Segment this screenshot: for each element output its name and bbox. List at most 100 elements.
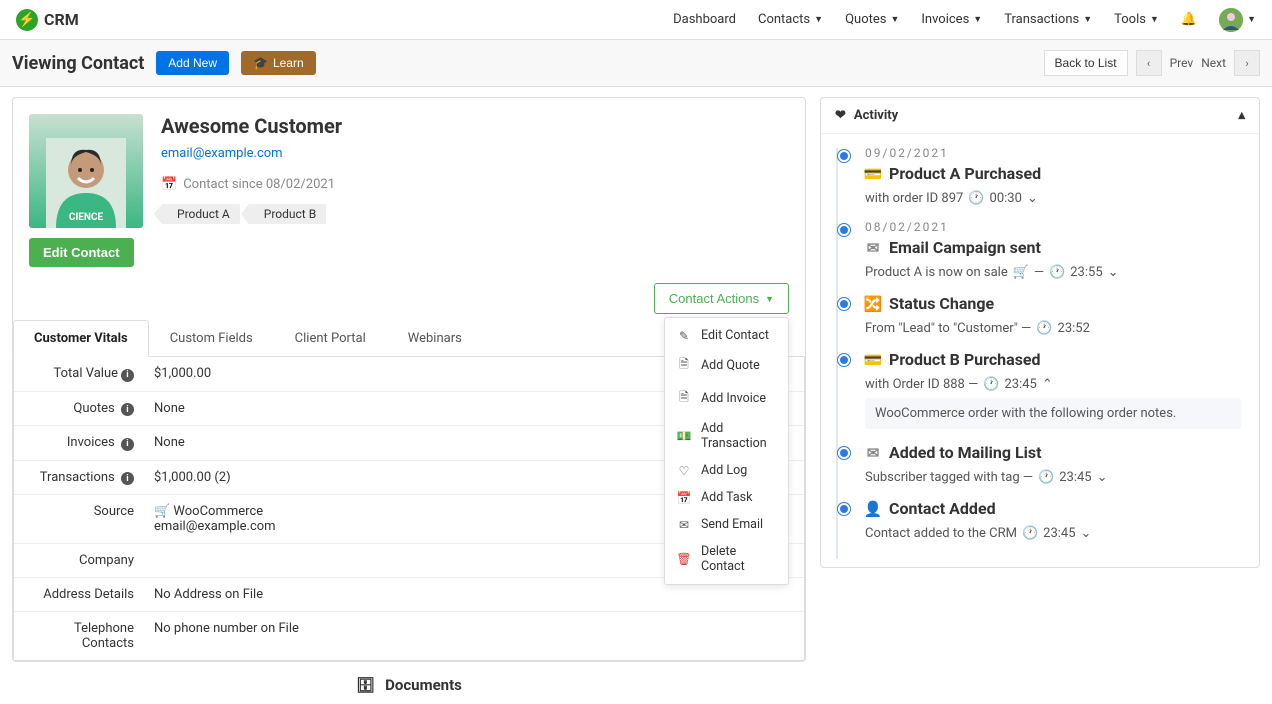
calendar-icon: 📅 — [677, 491, 691, 505]
activity-title: ❤ Activity — [835, 108, 898, 123]
next-button[interactable]: Next — [1201, 56, 1226, 70]
nav-invoices-label: Invoices — [921, 12, 969, 27]
timeline-title: ✉Email Campaign sent — [865, 238, 1241, 257]
caret-down-icon: ▼ — [1150, 14, 1159, 25]
learn-button[interactable]: 🎓Learn — [241, 51, 316, 75]
tab-webinars[interactable]: Webinars — [387, 320, 483, 357]
action-add-transaction[interactable]: 💵Add Transaction — [665, 415, 788, 457]
label-text: Transactions — [40, 470, 115, 485]
contact-info: Awesome Customer email@example.com 📅 Con… — [161, 114, 789, 267]
caret-down-icon: ▼ — [1247, 14, 1256, 25]
add-new-button[interactable]: Add New — [156, 51, 229, 75]
tab-custom-fields[interactable]: Custom Fields — [149, 320, 274, 357]
tag[interactable]: Product A — [161, 204, 240, 224]
chevron-up-icon[interactable]: ⌃ — [1042, 377, 1053, 392]
bell-icon[interactable]: 🔔 — [1181, 12, 1197, 27]
timeline-title-text: Status Change — [889, 294, 994, 313]
timeline-title: 🔀 Status Change — [865, 294, 1241, 313]
tab-label: Client Portal — [295, 331, 366, 346]
desc-text: From "Lead" to "Customer" — — [865, 321, 1031, 336]
action-delete-contact[interactable]: 🗑Delete Contact — [665, 538, 788, 580]
clock-icon: 🕐 — [1049, 265, 1065, 280]
activity-card: ❤ Activity ▴ 09/02/2021 💳Product A Purch… — [820, 97, 1260, 568]
prev-button[interactable]: Prev — [1170, 56, 1194, 70]
tag[interactable]: Product B — [248, 204, 326, 224]
tab-client-portal[interactable]: Client Portal — [274, 320, 387, 357]
timeline-desc: From "Lead" to "Customer" — 🕐 23:52 — [865, 321, 1241, 336]
timeline-title: 💳Product A Purchased — [865, 164, 1241, 183]
page-title: Viewing Contact — [12, 53, 144, 74]
timeline-dot — [838, 298, 850, 310]
caret-down-icon: ▼ — [765, 294, 774, 304]
chevron-down-icon[interactable]: ⌄ — [1097, 470, 1108, 485]
envelope-icon: ✉ — [677, 518, 691, 532]
nav-contacts[interactable]: Contacts ▼ — [758, 12, 823, 27]
info-icon[interactable]: i — [121, 369, 134, 382]
nav-dashboard[interactable]: Dashboard — [673, 12, 736, 27]
nav-tools-label: Tools — [1114, 12, 1146, 27]
info-icon[interactable]: i — [121, 472, 134, 485]
edit-contact-button[interactable]: Edit Contact — [29, 238, 134, 267]
brand-logo-icon: ⚡ — [16, 9, 38, 31]
activity-header[interactable]: ❤ Activity ▴ — [821, 98, 1259, 134]
timeline-dot — [838, 150, 850, 162]
contact-card: CIENCE Edit Contact Awesome Customer ema… — [12, 97, 806, 662]
caret-down-icon: ▼ — [814, 14, 823, 25]
chevron-down-icon[interactable]: ⌄ — [1027, 191, 1038, 206]
contact-since: 📅 Contact since 08/02/2021 — [161, 177, 789, 192]
action-label: Edit Contact — [701, 328, 769, 343]
prev-arrow-button[interactable]: ‹ — [1136, 50, 1162, 76]
activity-title-text: Activity — [854, 108, 898, 123]
clock-icon: 🕐 — [1038, 470, 1054, 485]
tab-customer-vitals[interactable]: Customer Vitals — [13, 320, 149, 357]
chevron-down-icon[interactable]: ⌄ — [1081, 526, 1092, 541]
nav-transactions[interactable]: Transactions▼ — [1004, 12, 1092, 27]
time-text: 23:52 — [1058, 321, 1090, 336]
clock-icon: 🕐 — [1022, 526, 1038, 541]
action-add-task[interactable]: 📅Add Task — [665, 484, 788, 511]
contact-photo-column: CIENCE Edit Contact — [29, 114, 143, 267]
nav-invoices[interactable]: Invoices▼ — [921, 12, 982, 27]
info-icon[interactable]: i — [121, 403, 134, 416]
back-label: Back to List — [1055, 56, 1117, 70]
action-add-quote[interactable]: 🗎Add Quote — [665, 349, 788, 382]
contact-actions-area: Contact Actions ▼ ✎Edit Contact 🗎Add Quo… — [13, 283, 805, 314]
nav-quotes[interactable]: Quotes▼ — [845, 12, 899, 27]
shuffle-icon: 🔀 — [865, 295, 881, 313]
timeline-dot — [838, 354, 850, 366]
timeline-dot — [838, 447, 850, 459]
left-column: CIENCE Edit Contact Awesome Customer ema… — [12, 97, 806, 694]
timeline-dot — [838, 224, 850, 236]
timeline-item: ✉Added to Mailing List Subscriber tagged… — [829, 443, 1241, 485]
grad-cap-icon: 🎓 — [253, 56, 268, 70]
contact-tags: Product A Product B — [161, 204, 789, 224]
info-icon[interactable]: i — [121, 438, 134, 451]
documents-title: Documents — [385, 676, 462, 694]
nav-tools[interactable]: Tools ▼ — [1114, 12, 1159, 27]
timeline-title-text: Product B Purchased — [889, 350, 1041, 369]
action-send-email[interactable]: ✉Send Email — [665, 511, 788, 538]
vitals-label: Quotes i — [14, 392, 144, 426]
caret-down-icon: ▼ — [1083, 14, 1092, 25]
vitals-label: Invoices i — [14, 426, 144, 460]
contact-actions-button[interactable]: Contact Actions ▼ — [654, 283, 789, 314]
action-edit-contact[interactable]: ✎Edit Contact — [665, 322, 788, 349]
action-add-invoice[interactable]: 🗎Add Invoice — [665, 382, 788, 415]
timeline-title-text: Added to Mailing List — [889, 443, 1042, 462]
vitals-label: Source — [14, 495, 144, 543]
user-menu[interactable]: ▼ — [1219, 8, 1256, 32]
chevron-down-icon[interactable]: ⌄ — [1108, 265, 1119, 280]
chevron-up-icon[interactable]: ▴ — [1238, 108, 1245, 123]
contact-email[interactable]: email@example.com — [161, 146, 789, 161]
edit-contact-label: Edit Contact — [43, 245, 120, 260]
back-to-list-button[interactable]: Back to List — [1044, 50, 1128, 76]
action-add-log[interactable]: ♡Add Log — [665, 457, 788, 484]
nav-dashboard-label: Dashboard — [673, 12, 736, 27]
nav-contacts-label: Contacts — [758, 12, 810, 27]
clock-icon: 🕐 — [968, 191, 984, 206]
timeline-date: 08/02/2021 — [865, 220, 1241, 234]
timeline-desc: Contact added to the CRM🕐 23:45 ⌄ — [865, 526, 1241, 541]
next-arrow-button[interactable]: › — [1234, 50, 1260, 76]
right-column: ❤ Activity ▴ 09/02/2021 💳Product A Purch… — [820, 97, 1260, 694]
time-text: 23:45 — [1059, 470, 1091, 485]
